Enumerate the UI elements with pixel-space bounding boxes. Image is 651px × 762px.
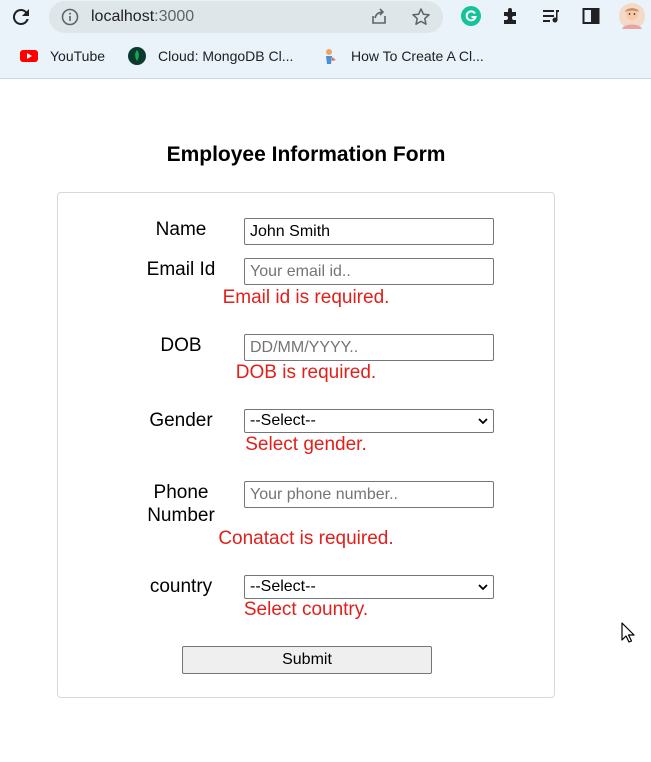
gender-select[interactable]: --Select--	[244, 409, 494, 433]
share-icon[interactable]	[369, 7, 389, 27]
email-error: Email id is required.	[222, 287, 390, 308]
submit-button[interactable]: Submit	[182, 646, 432, 674]
address-bar[interactable]: localhost:3000	[49, 1, 443, 33]
name-input[interactable]	[244, 218, 494, 245]
phone-label-line1: Phone	[153, 482, 209, 503]
phone-input[interactable]	[244, 481, 494, 508]
youtube-icon	[20, 50, 38, 62]
bookmark-star-icon[interactable]	[411, 7, 431, 27]
email-label: Email Id	[146, 259, 216, 280]
reload-icon[interactable]	[9, 5, 33, 29]
dob-label: DOB	[160, 335, 202, 356]
chevron-down-icon	[478, 418, 488, 425]
bookmarks-bar: YouTube Cloud: MongoDB Cl... How To Crea…	[0, 34, 651, 79]
phone-label-line2: Number	[147, 505, 215, 526]
bookmark-youtube[interactable]: YouTube	[20, 46, 105, 66]
mouse-cursor-icon	[621, 622, 635, 643]
info-icon[interactable]	[61, 8, 79, 26]
country-label: country	[149, 576, 213, 597]
dob-error: DOB is required.	[235, 362, 377, 383]
gender-label: Gender	[149, 410, 213, 431]
country-error: Select country.	[243, 599, 369, 620]
page-title: Employee Information Form	[166, 143, 446, 166]
country-selected-value: --Select--	[250, 578, 316, 595]
grammarly-icon[interactable]	[460, 5, 482, 27]
chevron-down-icon	[478, 584, 488, 591]
profile-avatar[interactable]	[618, 2, 646, 30]
extensions-puzzle-icon[interactable]	[500, 5, 522, 27]
email-input[interactable]	[244, 258, 494, 285]
name-label: Name	[155, 219, 207, 240]
country-select[interactable]: --Select--	[244, 575, 494, 599]
gender-error: Select gender.	[245, 434, 367, 455]
gender-selected-value: --Select--	[250, 412, 316, 429]
browser-toolbar: localhost:3000	[0, 0, 651, 34]
dob-input[interactable]	[244, 334, 494, 361]
media-queue-icon[interactable]	[540, 5, 562, 27]
bookmark-how-to-create[interactable]: How To Create A Cl...	[321, 46, 484, 66]
phone-error: Conatact is required.	[218, 528, 394, 549]
page-favicon	[326, 49, 336, 64]
side-panel-icon[interactable]	[580, 5, 602, 27]
bookmark-mongodb[interactable]: Cloud: MongoDB Cl...	[128, 46, 293, 66]
url-text: localhost:3000	[91, 8, 195, 25]
mongodb-leaf-icon	[128, 47, 146, 65]
phone-label: Phone Number	[106, 481, 256, 527]
